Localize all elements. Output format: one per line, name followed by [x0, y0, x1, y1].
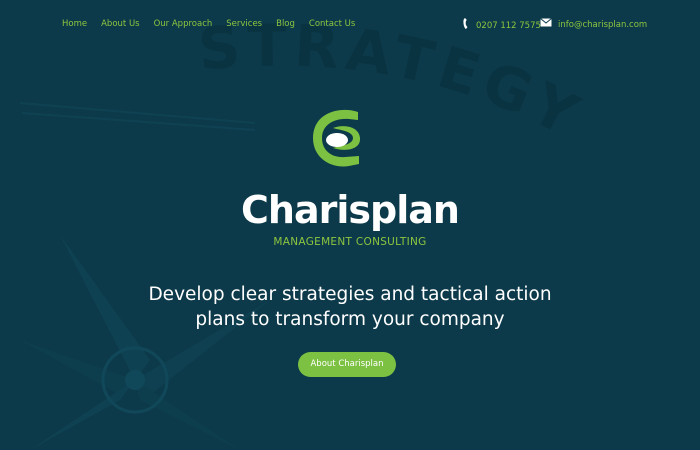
email-contact[interactable]: info@charisplan.com — [540, 18, 647, 31]
hero-headline-line-2: plans to transform your company — [195, 309, 505, 330]
nav-services-link[interactable]: Services — [226, 18, 262, 30]
nav-our-approach-link[interactable]: Our Approach — [154, 18, 213, 30]
about-charisplan-button[interactable]: About Charisplan — [298, 352, 396, 377]
top-navigation: Home About Us Our Approach Services Blog… — [0, 0, 700, 46]
email-address: info@charisplan.com — [558, 19, 648, 30]
nav-links: Home About Us Our Approach Services Blog… — [62, 18, 369, 30]
nav-contact-us-link[interactable]: Contact Us — [309, 18, 355, 30]
phone-number: 0207 112 7575 — [476, 20, 541, 31]
brand-name: Charisplan — [241, 188, 460, 232]
hero-headline-line-1: Develop clear strategies and tactical ac… — [148, 284, 552, 305]
charisplan-logo-icon — [313, 109, 361, 167]
phone-contact[interactable]: 0207 112 7575 — [463, 18, 541, 33]
nav-about-us-link[interactable]: About Us — [101, 18, 139, 30]
hero-headline: Develop clear strategies and tactical ac… — [0, 282, 700, 332]
nav-blog-link[interactable]: Blog — [276, 18, 295, 30]
brand-tagline: MANAGEMENT CONSULTING — [273, 236, 427, 248]
nav-home-link[interactable]: Home — [62, 18, 87, 30]
envelope-icon — [540, 18, 552, 31]
phone-icon — [463, 18, 470, 33]
